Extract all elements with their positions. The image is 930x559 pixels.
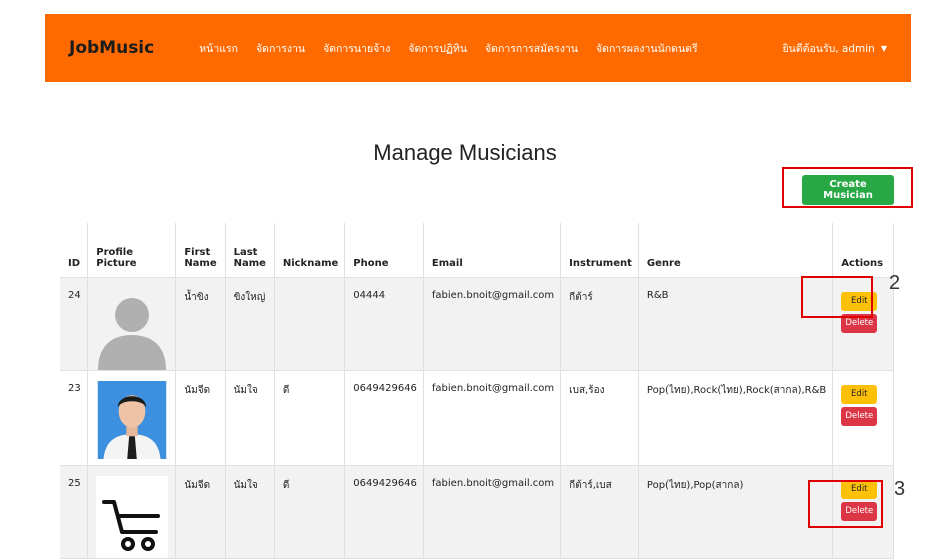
- nav-link-calendar[interactable]: จัดการปฏิทิน: [408, 40, 467, 57]
- header-last-name: Last Name: [225, 223, 275, 278]
- cell-profile: [87, 277, 177, 371]
- cell-genre: Pop(ไทย),Rock(ไทย),Rock(สากล),R&B: [638, 370, 834, 466]
- edit-button[interactable]: Edit: [841, 384, 878, 404]
- nav-link-jobs[interactable]: จัดการงาน: [256, 40, 305, 57]
- default-avatar-icon: [98, 297, 167, 370]
- annotation-marker-3: 3: [894, 478, 906, 500]
- cell-email: fabien.bnoit@gmail.com: [423, 370, 562, 466]
- table-row: 25 นัมจีด นัมใจ ดี 0649429646 fabien.bno…: [60, 465, 894, 559]
- nav-link-employers[interactable]: จัดการนายจ้าง: [323, 40, 390, 57]
- cell-id: 23: [60, 370, 89, 466]
- cell-instrument: เบส,ร้อง: [560, 370, 639, 466]
- cell-phone: 0649429646: [344, 370, 424, 466]
- nav-link-applications[interactable]: จัดการการสมัครงาน: [485, 40, 578, 57]
- page-title: Manage Musicians: [373, 140, 557, 165]
- caret-down-icon: ▼: [880, 43, 887, 53]
- user-menu-label: ยินดีต้อนรับ, admin: [782, 42, 875, 55]
- cell-phone: 04444: [344, 277, 424, 371]
- header-first-name: First Name: [175, 223, 226, 278]
- cell-email: fabien.bnoit@gmail.com: [423, 465, 562, 559]
- cell-nickname: ดี: [274, 465, 346, 559]
- table-row: 24 น้ำขิง ขิงใหญ่ 04444 fabien.bnoit@gma…: [60, 277, 894, 371]
- cell-id: 24: [60, 277, 89, 371]
- person-photo: [97, 380, 167, 459]
- header-actions: Actions: [832, 223, 894, 278]
- cell-nickname: [274, 277, 346, 371]
- brand-logo[interactable]: JobMusic: [69, 38, 154, 58]
- header-genre: Genre: [638, 223, 834, 278]
- annotation-marker-2: 2: [889, 272, 901, 294]
- highlight-box-create: [782, 167, 913, 208]
- cell-actions: Edit Delete: [832, 370, 894, 466]
- cell-last-name: นัมใจ: [225, 370, 275, 466]
- cell-email: fabien.bnoit@gmail.com: [423, 277, 562, 371]
- cell-first-name: นัมจีด: [175, 465, 226, 559]
- delete-button[interactable]: Delete: [841, 406, 878, 426]
- user-menu[interactable]: ยินดีต้อนรับ, admin ▼: [783, 40, 888, 57]
- cell-id: 25: [60, 465, 89, 559]
- cell-genre: Pop(ไทย),Pop(สากล): [638, 465, 834, 559]
- header-id: ID: [60, 223, 89, 278]
- header-profile-picture: Profile Picture: [87, 223, 177, 278]
- cell-first-name: น้ำขิง: [175, 277, 226, 371]
- highlight-box-delete: [808, 480, 883, 528]
- top-navbar: JobMusic หน้าแรก จัดการงาน จัดการนายจ้าง…: [45, 14, 911, 82]
- nav-link-home[interactable]: หน้าแรก: [199, 40, 238, 57]
- cell-nickname: ดี: [274, 370, 346, 466]
- nav-links: หน้าแรก จัดการงาน จัดการนายจ้าง จัดการปฏ…: [199, 40, 697, 57]
- header-phone: Phone: [344, 223, 424, 278]
- header-instrument: Instrument: [560, 223, 639, 278]
- cell-first-name: นัมจีด: [175, 370, 226, 466]
- table-header-row: ID Profile Picture First Name Last Name …: [60, 223, 894, 278]
- cell-last-name: ขิงใหญ่: [225, 277, 275, 371]
- nav-link-portfolio[interactable]: จัดการผลงานนักดนตรี: [596, 40, 698, 57]
- cell-phone: 0649429646: [344, 465, 424, 559]
- shopping-cart-icon: [96, 475, 169, 558]
- highlight-box-edit: [801, 276, 873, 318]
- header-email: Email: [423, 223, 562, 278]
- table-row: 23 นัมจีด นัมใจ ดี 0649429646 fabien.bno…: [60, 370, 894, 466]
- cell-profile: [87, 370, 177, 466]
- header-nickname: Nickname: [274, 223, 346, 278]
- cell-last-name: นัมใจ: [225, 465, 275, 559]
- musicians-table: ID Profile Picture First Name Last Name …: [60, 223, 894, 559]
- cell-instrument: กีต้าร์,เบส: [560, 465, 639, 559]
- cell-instrument: กีต้าร์: [560, 277, 639, 371]
- cell-profile: [87, 465, 177, 559]
